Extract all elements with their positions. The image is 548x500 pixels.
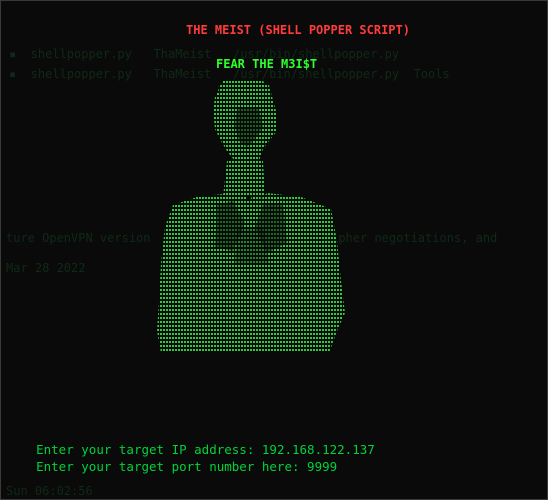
ascii-art-figure — [157, 81, 345, 353]
port-prompt-label: Enter your target port number here: — [36, 459, 308, 474]
terminal-window: ▪ shellpopper.py ThaMeist /usr/bin/shell… — [0, 0, 548, 500]
background-ghost-text: Sun 06:02:56 — [6, 484, 93, 498]
port-prompt: Enter your target port number here: 9999 — [6, 444, 337, 489]
port-input-value[interactable]: 9999 — [307, 459, 337, 474]
